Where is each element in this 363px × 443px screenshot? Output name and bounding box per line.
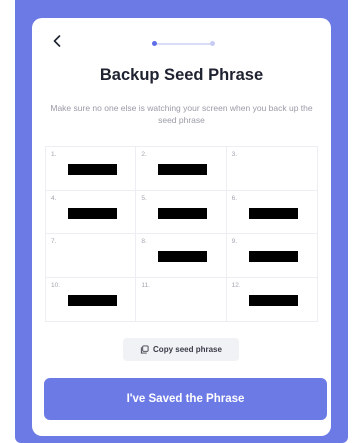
copy-icon [140, 345, 149, 354]
seed-word-cell-8: 8. [136, 234, 227, 278]
seed-word-redacted [158, 164, 208, 175]
seed-word-cell-4: 4. [46, 190, 137, 234]
seed-word-cell-10: 10. [46, 277, 137, 321]
page-subtitle: Make sure no one else is watching your s… [50, 103, 313, 125]
seed-word-cell-11: 11. [136, 277, 227, 321]
page-title: Backup Seed Phrase [99, 66, 264, 84]
seed-word-number: 1. [51, 151, 57, 158]
seed-word-cell-5: 5. [136, 190, 227, 234]
seed-word-number: 9. [231, 238, 238, 245]
backup-card: Backup Seed Phrase Make sure no one else… [32, 18, 331, 436]
seed-word-redacted [248, 207, 298, 219]
seed-word-number: 2. [141, 151, 147, 158]
seed-word-number: 5. [141, 194, 147, 202]
step-connector [157, 43, 213, 45]
seed-word-number: 7. [51, 238, 57, 245]
seed-word-redacted [158, 251, 208, 262]
seed-word-cell-1: 1. [46, 147, 137, 191]
chevron-left-icon [53, 35, 61, 47]
seed-word-cell-7: 7. [46, 234, 137, 278]
seed-word-cell-2: 2. [136, 147, 227, 191]
seed-word-cell-3: 3. [226, 147, 317, 191]
seed-word-redacted [248, 294, 298, 306]
seed-word-number: 4. [51, 194, 57, 202]
seed-word-cell-12: 12. [227, 278, 317, 322]
seed-word-cell-9: 9. [226, 234, 317, 278]
step-dot-inactive [210, 41, 215, 46]
saved-phrase-button[interactable]: I've Saved the Phrase [44, 378, 327, 420]
seed-word-redacted [68, 207, 117, 219]
seed-word-number: 12. [231, 281, 241, 289]
seed-word-redacted [68, 294, 117, 306]
seed-word-number: 11. [141, 281, 150, 289]
seed-phrase-grid: 1. 2. 3. 4. 5. 6. 7. 8. 9. 10. 11. 12. [45, 146, 318, 322]
step-dot-active [152, 41, 157, 46]
seed-word-redacted [158, 207, 208, 219]
copy-seed-phrase-button[interactable]: Copy seed phrase [123, 338, 239, 361]
back-button[interactable] [50, 34, 64, 48]
seed-word-redacted [248, 251, 298, 262]
seed-word-number: 8. [141, 238, 147, 245]
copy-seed-phrase-label: Copy seed phrase [153, 345, 222, 354]
seed-word-number: 3. [231, 151, 238, 158]
step-indicator [152, 41, 218, 47]
seed-word-redacted [68, 164, 117, 175]
seed-word-number: 10. [51, 281, 61, 289]
seed-word-number: 6. [231, 194, 238, 202]
seed-word-cell-6: 6. [226, 191, 317, 234]
